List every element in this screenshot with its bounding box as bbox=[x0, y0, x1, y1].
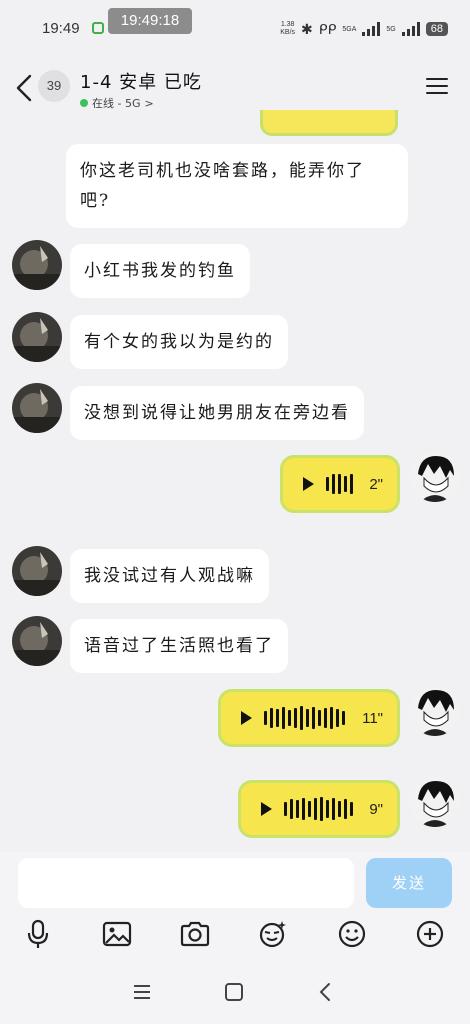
message-input[interactable] bbox=[18, 858, 354, 908]
status-icons: 1.38 KB/s ✱ ᑭᑭ 5GA 5G 68 bbox=[280, 18, 448, 40]
signal-icon bbox=[362, 22, 381, 36]
contact-avatar[interactable] bbox=[12, 616, 62, 666]
image-icon[interactable] bbox=[101, 918, 133, 950]
waveform-icon bbox=[264, 703, 345, 733]
smiley-icon[interactable] bbox=[336, 918, 368, 950]
emoji-sticker-icon[interactable] bbox=[257, 918, 289, 950]
message-bubble[interactable]: 语音过了生活照也看了 bbox=[70, 619, 288, 673]
chevron-right-icon: > bbox=[144, 96, 154, 110]
signal-icon-2 bbox=[401, 22, 420, 36]
recent-apps-icon[interactable] bbox=[130, 980, 154, 1004]
waveform-icon bbox=[284, 794, 353, 824]
status-bar: 19:49 ... 19:49:18 1.38 KB/s ✱ ᑭᑭ 5GA 5G… bbox=[0, 0, 470, 52]
system-navigation-bar bbox=[0, 954, 470, 1024]
online-dot-icon bbox=[80, 99, 88, 107]
contact-avatar[interactable] bbox=[12, 383, 62, 433]
play-icon[interactable] bbox=[303, 477, 314, 491]
online-status[interactable]: 在线 - 5G > bbox=[80, 95, 154, 111]
bluetooth-icon: ✱ bbox=[301, 20, 313, 37]
mic-icon[interactable] bbox=[22, 918, 54, 950]
contact-avatar[interactable] bbox=[12, 546, 62, 596]
voice-message[interactable]: 9" bbox=[238, 780, 400, 838]
signal-5ga-label: 5GA bbox=[342, 25, 357, 33]
battery-icon: 68 bbox=[425, 22, 448, 36]
voice-duration: 11" bbox=[362, 709, 383, 727]
app-notification-icon bbox=[92, 22, 104, 34]
chat-header: 39 1-4 安卓 已吃 在线 - 5G > bbox=[0, 58, 470, 120]
voice-duration: 2" bbox=[369, 475, 383, 493]
play-icon[interactable] bbox=[261, 802, 272, 816]
contact-avatar[interactable] bbox=[12, 312, 62, 362]
self-avatar[interactable] bbox=[410, 452, 460, 502]
online-status-text: 在线 - 5G bbox=[92, 97, 141, 110]
unread-count-badge[interactable]: 39 bbox=[38, 70, 70, 102]
signal-5g-label: 5G bbox=[386, 25, 396, 33]
play-icon[interactable] bbox=[241, 711, 252, 725]
message-bubble[interactable]: 有个女的我以为是约的 bbox=[70, 315, 288, 369]
contact-avatar[interactable] bbox=[12, 240, 62, 290]
network-speed: 1.38 KB/s bbox=[280, 21, 296, 36]
time-overlay: 19:49:18 bbox=[108, 8, 192, 34]
back-nav-icon[interactable] bbox=[314, 980, 338, 1004]
self-avatar[interactable] bbox=[410, 686, 460, 736]
message-bubble[interactable]: 没想到说得让她男朋友在旁边看 bbox=[70, 386, 364, 440]
earbuds-icon: ᑭᑭ bbox=[318, 20, 337, 37]
home-icon[interactable] bbox=[222, 980, 246, 1004]
menu-button[interactable] bbox=[426, 78, 448, 96]
chevron-left-icon bbox=[16, 74, 32, 102]
message-bubble[interactable]: 我没试过有人观战嘛 bbox=[70, 549, 269, 603]
back-button[interactable] bbox=[12, 70, 36, 106]
voice-message[interactable]: 2" bbox=[280, 455, 400, 513]
plus-icon[interactable] bbox=[414, 918, 446, 950]
voice-message-partial[interactable] bbox=[260, 110, 398, 136]
status-time: 19:49 bbox=[42, 20, 80, 37]
input-toolbar bbox=[0, 916, 470, 954]
composer: 发送 bbox=[0, 852, 470, 916]
waveform-icon bbox=[326, 469, 353, 499]
message-bubble[interactable]: 小红书我发的钓鱼 bbox=[70, 244, 250, 298]
camera-icon[interactable] bbox=[179, 918, 211, 950]
message-bubble[interactable]: 你这老司机也没啥套路，能弄你了吧? bbox=[66, 144, 408, 228]
send-button[interactable]: 发送 bbox=[366, 858, 452, 908]
chat-title[interactable]: 1-4 安卓 已吃 bbox=[80, 68, 202, 94]
voice-duration: 9" bbox=[369, 800, 383, 818]
voice-message[interactable]: 11" bbox=[218, 689, 400, 747]
self-avatar[interactable] bbox=[410, 777, 460, 827]
